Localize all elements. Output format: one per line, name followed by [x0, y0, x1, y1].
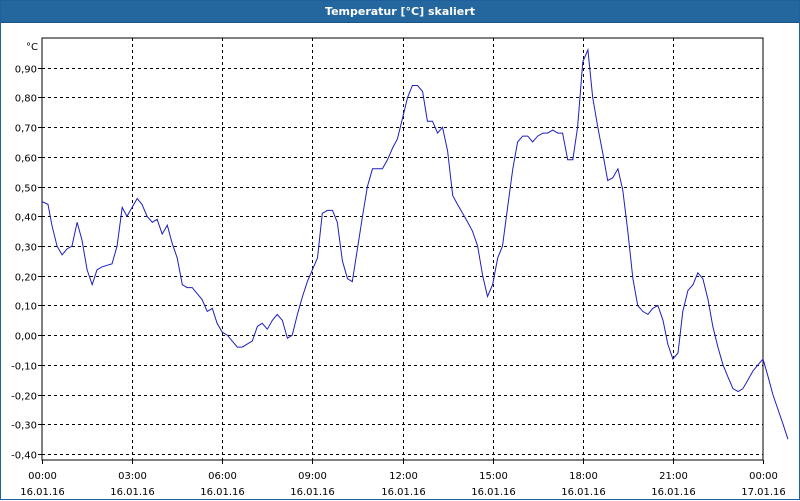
x-tick-time-label: 12:00 — [389, 471, 418, 482]
x-tick-date-label: 16.01.16 — [381, 487, 426, 498]
y-tick-label: -0,10 — [11, 362, 37, 373]
x-tick-time-label: 09:00 — [298, 471, 327, 482]
x-tick-time-label: 21:00 — [659, 471, 688, 482]
temperature-chart: -0,40 -0,30 -0,20 -0,10 0,00 0,10 0,20 0,30 0,40… — [11, 37, 789, 498]
y-tick-label: 0,30 — [15, 243, 37, 254]
x-tick-time-label: 15:00 — [479, 471, 508, 482]
y-tick-label: 0,00 — [15, 332, 37, 343]
x-tick-date-label: 16.01.16 — [561, 487, 606, 498]
y-tick-label: 0,10 — [15, 302, 37, 313]
y-tick-label: -0,40 — [11, 451, 37, 462]
x-tick-date-label: 16.01.16 — [651, 487, 696, 498]
y-tick-label: 0,90 — [15, 65, 37, 76]
x-tick-date-label: 16.01.16 — [110, 487, 155, 498]
y-tick-label: -0,30 — [11, 421, 37, 432]
x-tick-date-label: 17.01.16 — [741, 487, 786, 498]
x-tick-date-label: 16.01.16 — [20, 487, 65, 498]
chart-window: Temperatur [°C] skaliert -0,40 -0,30 -0,20… — [0, 0, 800, 500]
x-tick-date-label: 16.01.16 — [200, 487, 245, 498]
plot-frame — [41, 37, 764, 461]
x-tick-date-label: 16.01.16 — [290, 487, 335, 498]
y-tick-label: 0,50 — [15, 184, 37, 195]
x-tick-time-label: 18:00 — [569, 471, 598, 482]
y-tick-label: -0,20 — [11, 392, 37, 403]
y-tick-label: 0,80 — [15, 94, 37, 105]
y-tick-label: 0,70 — [15, 124, 37, 135]
y-tick-label: 0,60 — [15, 154, 37, 165]
y-tick-label: 0,40 — [15, 213, 37, 224]
temperature-series-line — [41, 47, 789, 440]
x-tick-time-label: 00:00 — [749, 471, 778, 482]
x-tick-time-label: 00:00 — [28, 471, 57, 482]
x-tick-time-label: 06:00 — [208, 471, 237, 482]
y-axis-unit-label: °C — [26, 42, 38, 53]
x-tick-date-label: 16.01.16 — [471, 487, 516, 498]
x-tick-time-label: 03:00 — [118, 471, 147, 482]
y-tick-label: 0,20 — [15, 273, 37, 284]
